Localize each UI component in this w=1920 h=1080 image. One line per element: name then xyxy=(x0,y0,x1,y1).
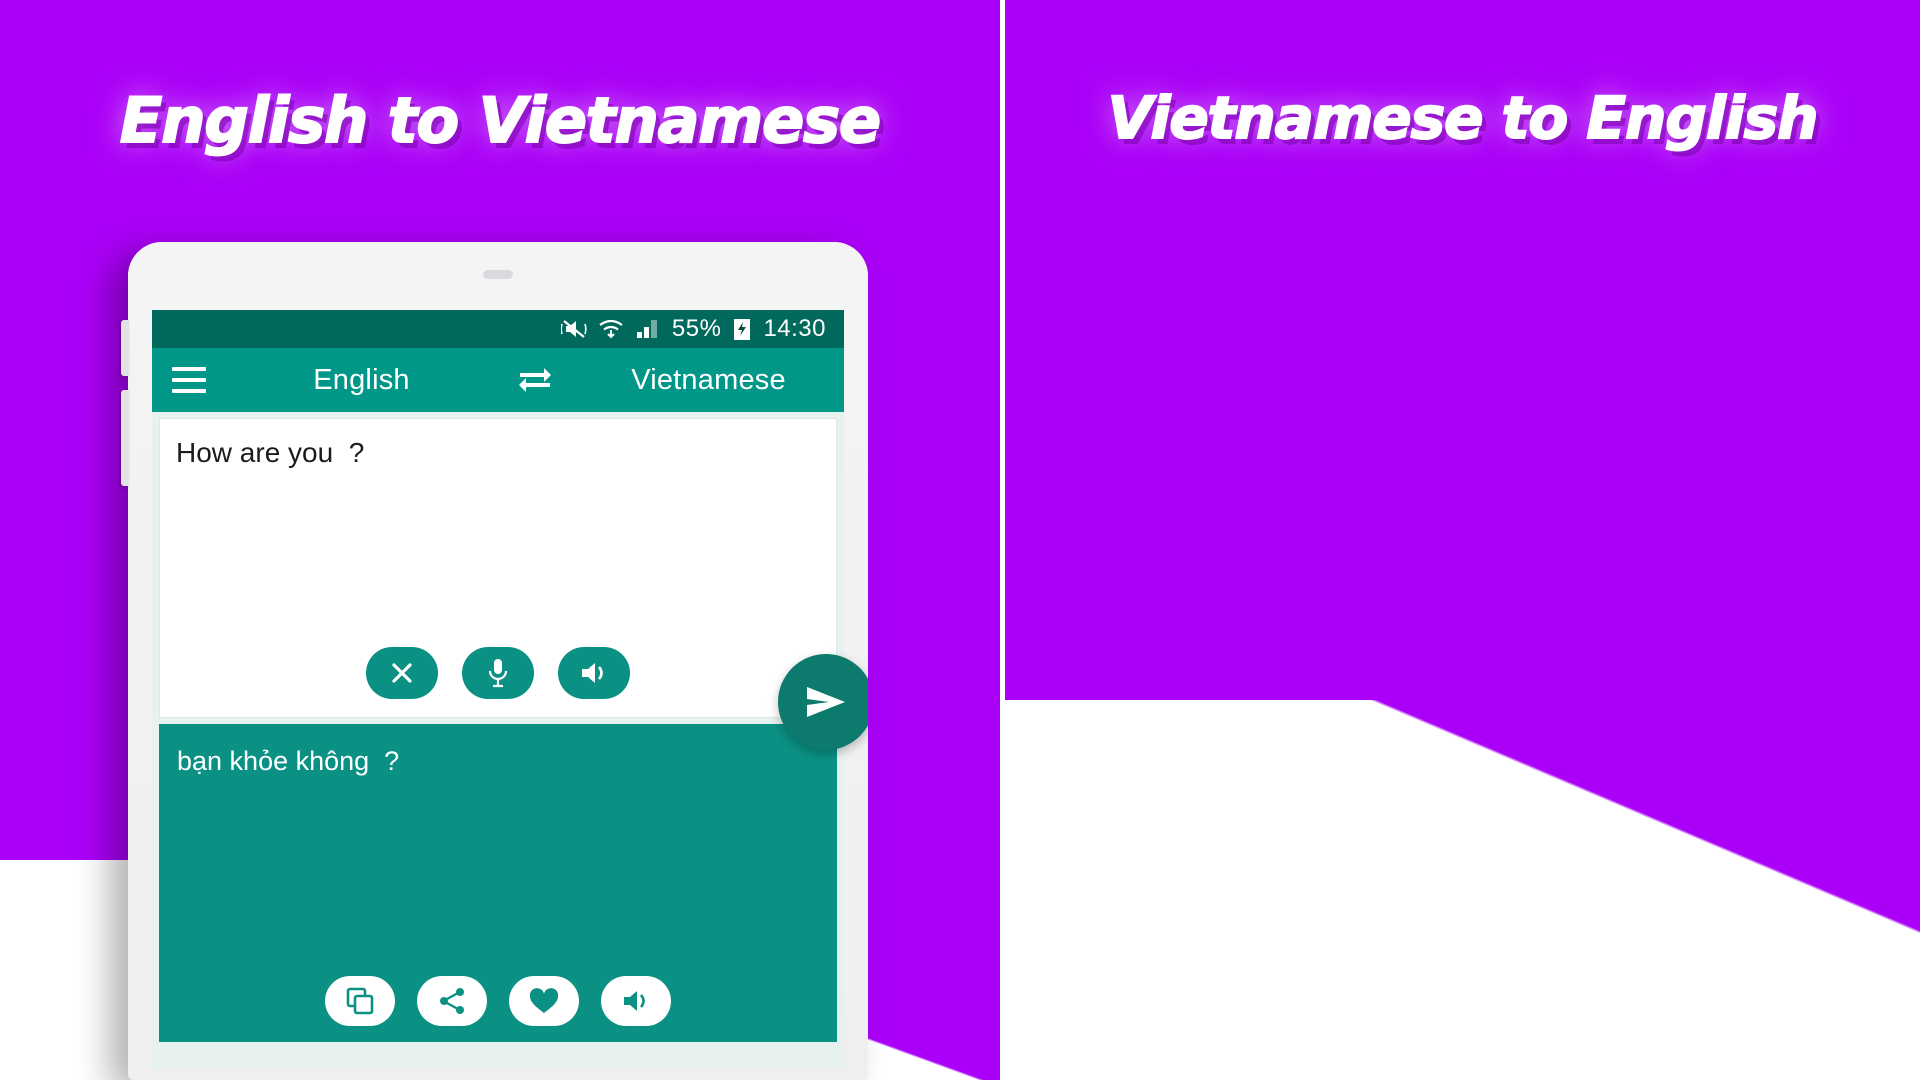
wifi-icon xyxy=(598,318,624,340)
share-button[interactable] xyxy=(417,976,487,1026)
promo-panel-english-to-vietnamese: English to Vietnamese 55% 14:30 English … xyxy=(0,0,1000,1080)
signal-icon xyxy=(635,318,661,340)
panel-headline: English to Vietnamese xyxy=(119,83,882,158)
result-action-row xyxy=(325,976,671,1026)
send-button[interactable] xyxy=(778,654,868,750)
translation-result-card: bạn khỏe không ? xyxy=(159,724,837,1042)
copy-button[interactable] xyxy=(325,976,395,1026)
diagonal-divider xyxy=(1005,700,1920,1080)
vibrate-mute-icon xyxy=(560,318,587,340)
target-language-selector[interactable]: Vietnamese xyxy=(573,364,844,397)
battery-percent-label: 55% xyxy=(671,315,722,342)
phone-mockup: 55% 14:30 English Vietnamese How are you… xyxy=(121,242,868,1080)
voice-input-button[interactable] xyxy=(462,647,534,699)
hamburger-menu-icon[interactable] xyxy=(152,348,226,412)
speak-target-button[interactable] xyxy=(601,976,671,1026)
source-text-input[interactable]: How are you ? xyxy=(160,419,836,469)
clock-label: 14:30 xyxy=(763,315,826,342)
status-bar: 55% 14:30 xyxy=(152,310,844,348)
clear-button[interactable] xyxy=(366,647,438,699)
app-toolbar: English Vietnamese xyxy=(152,348,844,412)
swap-languages-icon[interactable] xyxy=(497,363,573,397)
source-text-card: How are you ? xyxy=(159,418,837,718)
source-language-selector[interactable]: English xyxy=(226,364,497,397)
phone-body: 55% 14:30 English Vietnamese How are you… xyxy=(128,242,868,1080)
screenshot-stage: English to Vietnamese 55% 14:30 English … xyxy=(0,0,1920,1080)
favorite-button[interactable] xyxy=(509,976,579,1026)
speak-source-button[interactable] xyxy=(558,647,630,699)
battery-charging-icon xyxy=(732,317,752,341)
phone-screen: 55% 14:30 English Vietnamese How are you… xyxy=(152,310,844,1068)
phone-side-button-volume-up xyxy=(121,320,129,376)
promo-panel-vietnamese-to-english: Vietnamese to English xyxy=(1005,0,1920,1080)
translation-line: bạn khỏe không ? xyxy=(177,746,400,776)
earpiece-speaker xyxy=(483,270,513,279)
panel-headline: Vietnamese to English xyxy=(1107,83,1820,153)
phone-side-button-volume-down xyxy=(121,390,129,486)
source-action-row xyxy=(366,647,630,699)
